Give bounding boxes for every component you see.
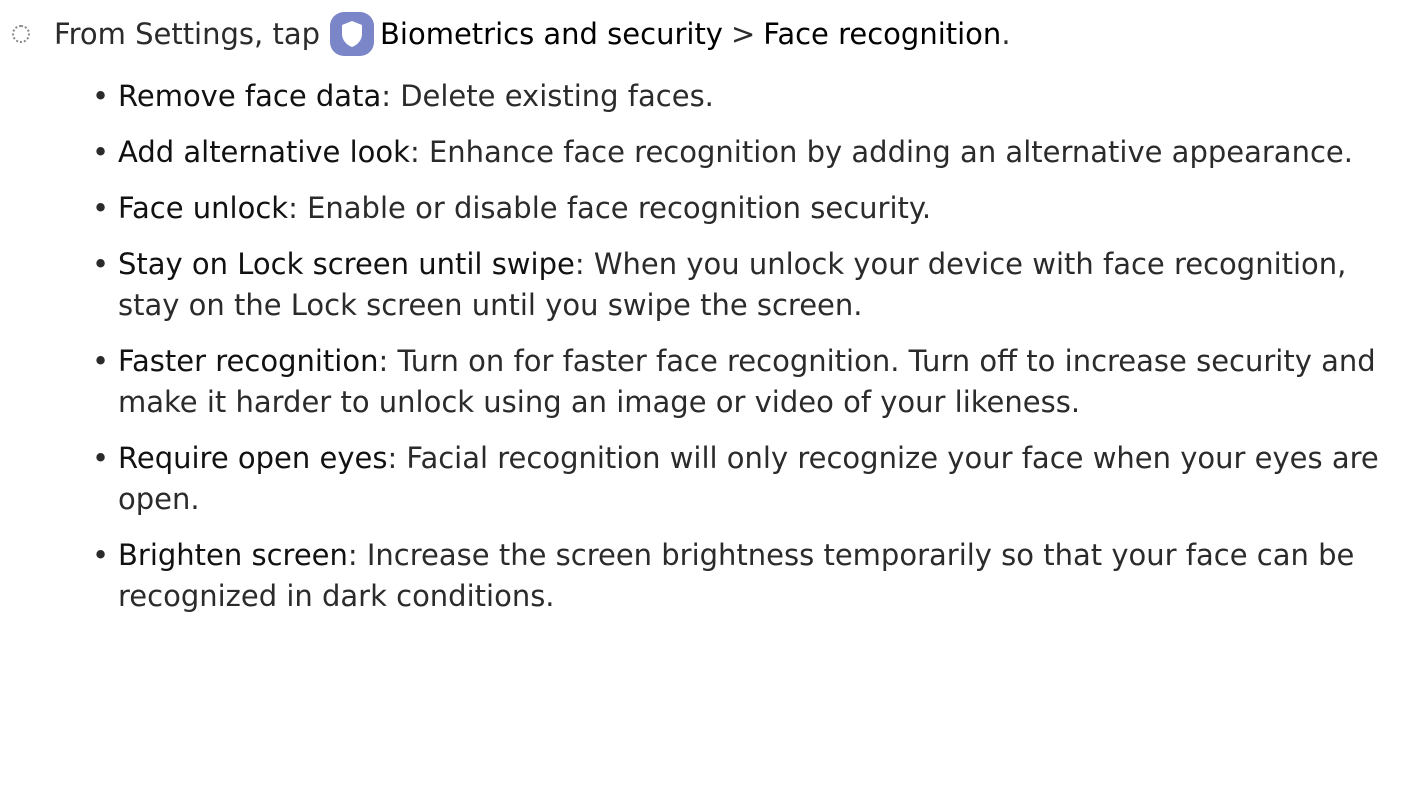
- step-prefix: From Settings, tap: [54, 17, 320, 51]
- face-recognition-label: Face recognition: [763, 17, 1002, 51]
- option-faster-recognition: • Faster recognition: Turn on for faster …: [92, 341, 1392, 423]
- option-description: : Enhance face recognition by adding an …: [409, 135, 1353, 169]
- option-name: Require open eyes: [118, 441, 388, 475]
- option-name: Brighten screen: [118, 538, 348, 572]
- option-name: Face unlock: [118, 191, 289, 225]
- biometrics-security-shield-icon: [330, 12, 374, 56]
- option-remove-face-data: • Remove face data: Delete existing faces…: [92, 76, 1392, 117]
- bullet: •: [92, 441, 110, 475]
- bullet: •: [92, 247, 110, 281]
- option-name: Stay on Lock screen until swipe: [118, 247, 575, 281]
- option-require-open-eyes: • Require open eyes: Facial recognition w…: [92, 438, 1392, 520]
- option-name: Faster recognition: [118, 344, 379, 378]
- option-stay-on-lock-screen: • Stay on Lock screen until swipe: When y…: [92, 244, 1392, 326]
- option-description: : Delete existing faces.: [381, 79, 714, 113]
- option-add-alternative-look: • Add alternative look: Enhance face reco…: [92, 132, 1392, 173]
- bullet: •: [92, 135, 110, 169]
- option-description: : Enable or disable face recognition sec…: [288, 191, 932, 225]
- bullet: •: [92, 344, 110, 378]
- option-brighten-screen: • Brighten screen: Increase the screen br…: [92, 535, 1392, 617]
- step-end-punctuation: .: [1001, 17, 1011, 51]
- path-separator: >: [730, 17, 756, 51]
- bullet: •: [92, 79, 110, 113]
- biometrics-and-security-label: Biometrics and security: [380, 17, 723, 51]
- face-recognition-options-list: • Remove face data: Delete existing faces…: [92, 76, 1392, 632]
- option-name: Remove face data: [118, 79, 382, 113]
- option-face-unlock: • Face unlock: Enable or disable face rec…: [92, 188, 1392, 229]
- instruction-step: From Settings, tap Biometrics and securi…: [12, 10, 1011, 58]
- bullet: •: [92, 538, 110, 572]
- option-name: Add alternative look: [118, 135, 410, 169]
- bullet: •: [92, 191, 110, 225]
- step-marker-icon: [12, 25, 30, 43]
